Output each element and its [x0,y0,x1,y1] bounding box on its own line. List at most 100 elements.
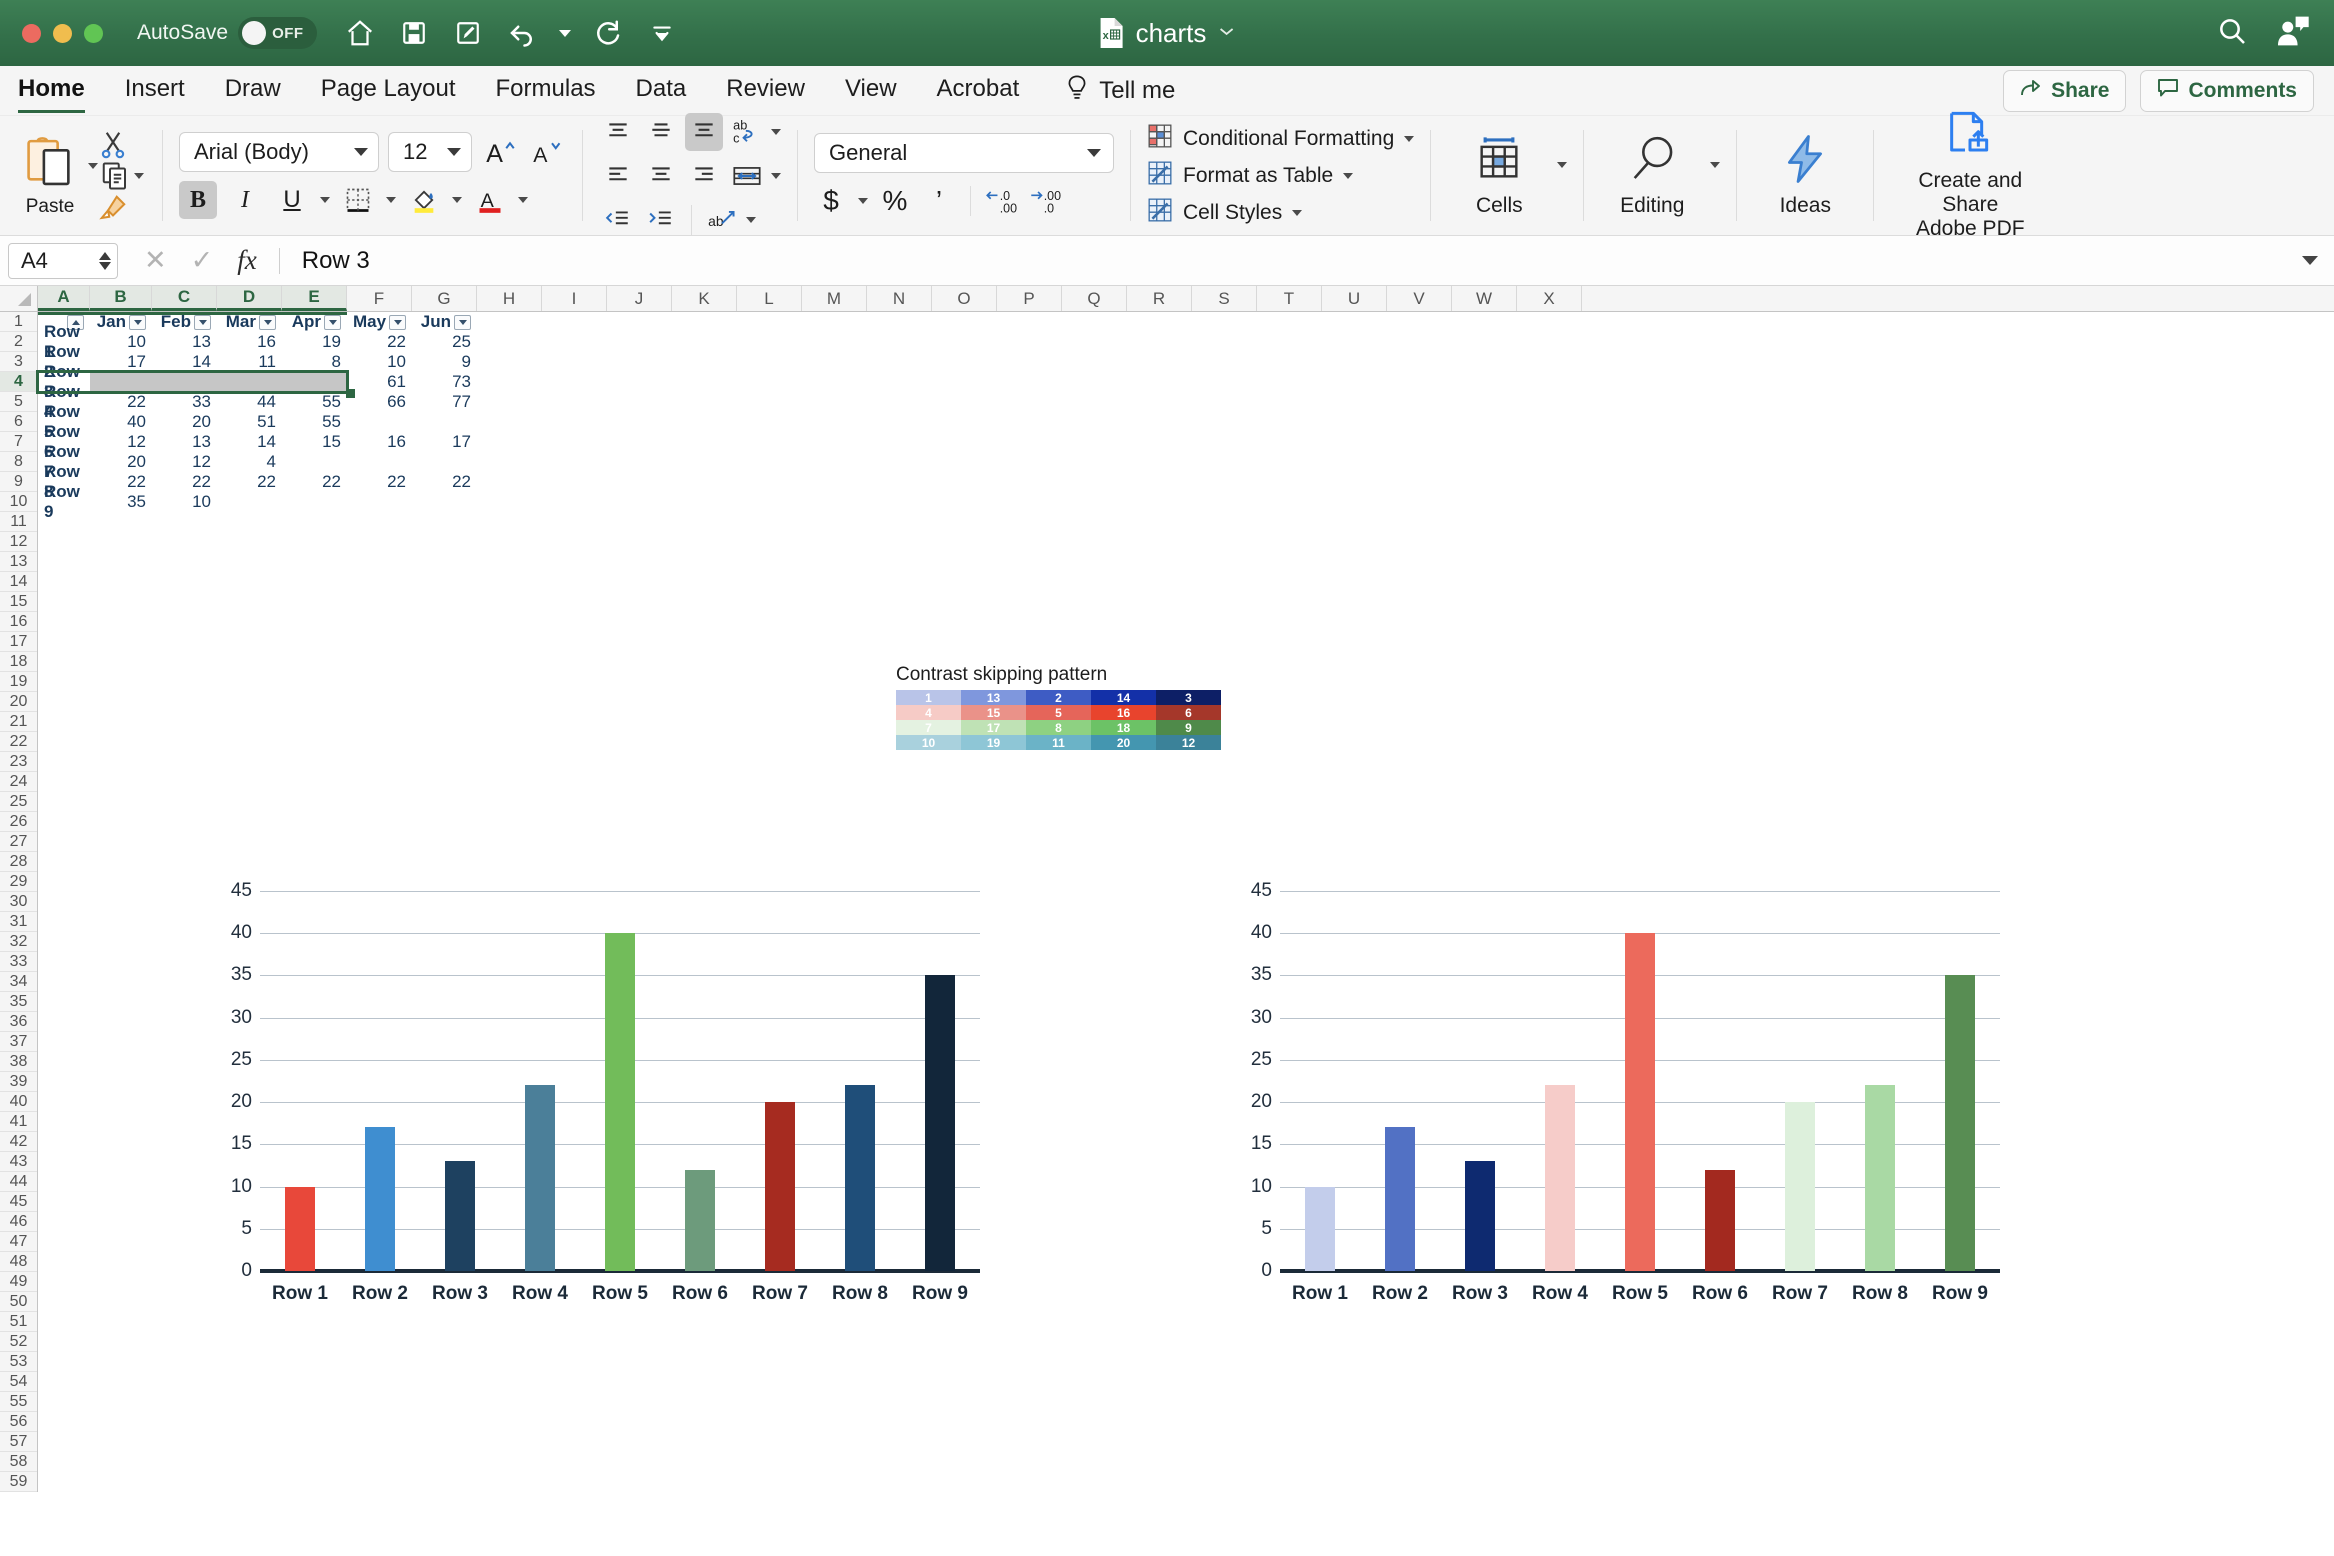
cell-G[interactable]: 25 [412,332,477,352]
table-row[interactable]: Row 7 20 12 4 [38,442,2334,481]
table-row[interactable]: Jan Feb Mar Apr May Jun [38,312,2334,332]
column-header-n[interactable]: N [867,286,932,311]
underline-button[interactable]: U [273,181,311,219]
format-painter-button[interactable] [98,193,146,223]
row-header-19[interactable]: 19 [0,672,37,692]
document-title[interactable]: x charts [1099,17,1236,49]
cell-F[interactable] [347,452,412,472]
undo-dropdown-icon[interactable] [559,29,572,37]
align-top-button[interactable] [599,113,637,151]
column-header-t[interactable]: T [1257,286,1322,311]
table-row[interactable] [38,852,2334,872]
decrease-font-size-button[interactable]: A [528,133,566,171]
column-header-m[interactable]: M [802,286,867,311]
cell-B[interactable]: 22 [90,472,152,492]
cell-F[interactable] [347,492,412,512]
row-header-40[interactable]: 40 [0,1092,37,1112]
chevron-down-icon[interactable] [1404,135,1415,142]
row-header-43[interactable]: 43 [0,1152,37,1172]
chevron-down-icon[interactable] [1343,172,1354,179]
bar-row-3[interactable] [1465,1161,1495,1271]
row-header-30[interactable]: 30 [0,892,37,912]
close-icon[interactable]: ✕ [144,245,167,276]
align-center-button[interactable] [642,157,680,195]
row-header-58[interactable]: 58 [0,1452,37,1472]
row-header-48[interactable]: 48 [0,1252,37,1272]
cell-E[interactable] [282,452,347,472]
check-icon[interactable]: ✓ [191,245,214,276]
cell-E[interactable] [282,492,347,512]
table-row[interactable] [38,1312,2334,1332]
cell-C[interactable]: 22 [152,472,217,492]
row-header-8[interactable]: 8 [0,452,37,472]
row-header-4[interactable]: 4 [0,372,37,392]
editing-dropdown-icon[interactable] [1710,162,1721,169]
filter-button-d[interactable] [259,314,276,330]
currency-dropdown-icon[interactable] [858,197,868,204]
table-row[interactable] [38,1432,2334,1452]
redo-icon[interactable] [591,16,625,50]
filter-button-e[interactable] [324,314,341,330]
cell-D[interactable]: 44 [217,392,282,412]
row-header-39[interactable]: 39 [0,1072,37,1092]
row-header-15[interactable]: 15 [0,592,37,612]
bar-chart-accent-palette[interactable]: Row 1 Row 2 Row 3 Row 4 Row 5 Row 6 Row 7 Row 8… [200,880,1000,1311]
cell-C[interactable]: 13 [152,432,217,452]
borders-button[interactable] [339,181,377,219]
row-header-27[interactable]: 27 [0,832,37,852]
copy-dropdown-icon[interactable] [134,172,144,179]
tab-draw[interactable]: Draw [225,66,281,115]
bar-row-6[interactable] [1705,1169,1735,1271]
name-box[interactable]: A4 [8,242,118,279]
filter-button-g[interactable] [454,314,471,330]
table-row[interactable]: Row 6 12 13 14 15 16 17 [38,422,2334,461]
column-header-w[interactable]: W [1452,286,1517,311]
bar-row-1[interactable] [1305,1186,1335,1271]
cell-F[interactable]: 61 [347,372,412,392]
bar-chart-sequential-palette[interactable]: Row 1 Row 2 Row 3 Row 4 Row 5 Row 6 Row 7 Row 8… [1220,880,2020,1311]
row-header-18[interactable]: 18 [0,652,37,672]
row-header-29[interactable]: 29 [0,872,37,892]
minimize-window-button[interactable] [53,23,72,43]
table-row[interactable]: Row 3132537496173 [38,362,2334,401]
undo-icon[interactable] [505,16,539,50]
cell-D[interactable] [217,492,282,512]
cell-E[interactable]: 19 [282,332,347,352]
bar-row-5[interactable] [1625,933,1655,1271]
bar-row-7[interactable] [765,1102,795,1271]
row-header-7[interactable]: 7 [0,432,37,452]
comma-format-button[interactable]: ’ [922,183,956,219]
cell-C[interactable]: 14 [152,352,217,372]
row-header-52[interactable]: 52 [0,1332,37,1352]
increase-font-size-button[interactable]: A [481,133,519,171]
text-orientation-button[interactable]: ab [703,201,741,239]
font-color-dropdown-icon[interactable] [518,197,528,203]
row-header-24[interactable]: 24 [0,772,37,792]
table-row[interactable] [38,812,2334,832]
row-header-32[interactable]: 32 [0,932,37,952]
cell-D[interactable]: 11 [217,352,282,372]
column-header-k[interactable]: K [672,286,737,311]
column-header-a[interactable]: A [38,286,90,311]
row-header-54[interactable]: 54 [0,1372,37,1392]
maximize-window-button[interactable] [84,23,103,43]
cut-button[interactable] [98,129,146,159]
row-header-42[interactable]: 42 [0,1132,37,1152]
filter-button-b[interactable] [129,314,146,330]
column-header-c[interactable]: C [152,286,217,311]
row-header-3[interactable]: 3 [0,352,37,372]
table-row[interactable] [38,1452,2334,1472]
format-as-table-button[interactable]: Format as Table [1147,160,1414,192]
cell-G[interactable]: 22 [412,472,477,492]
bar-row-4[interactable] [525,1085,555,1271]
cell-B[interactable]: 35 [90,492,152,512]
row-header-33[interactable]: 33 [0,952,37,972]
cell-G[interactable]: 17 [412,432,477,452]
table-row[interactable] [38,532,2334,552]
cell-G[interactable]: 73 [412,372,477,392]
cell-C[interactable]: 33 [152,392,217,412]
column-header-x[interactable]: X [1517,286,1582,311]
decrease-indent-button[interactable] [599,201,637,239]
table-row[interactable] [38,612,2334,632]
row-header-47[interactable]: 47 [0,1232,37,1252]
